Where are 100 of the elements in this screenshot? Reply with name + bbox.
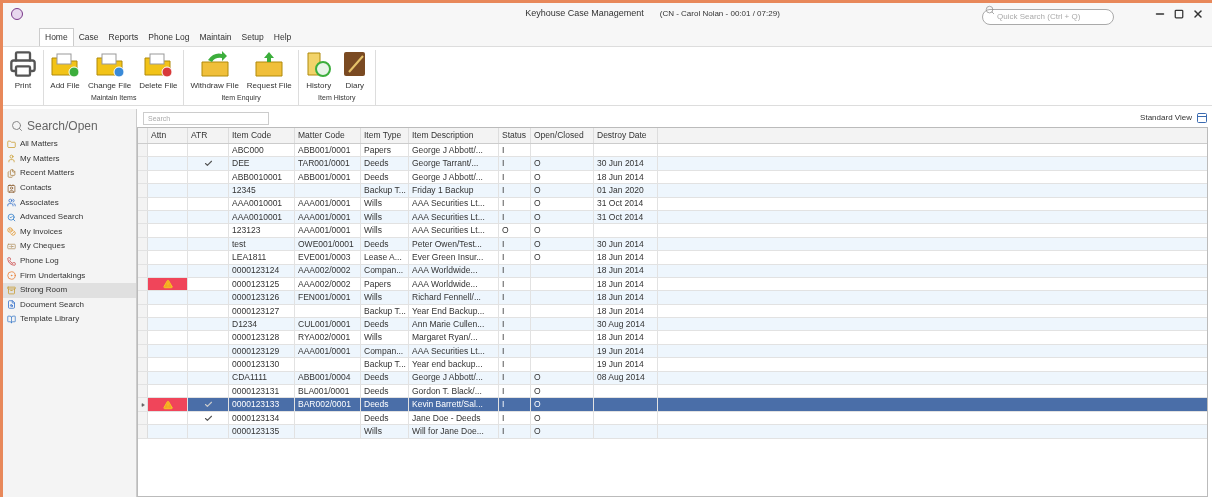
table-row[interactable]: LEA1811 EVE001/0003 Lease A... Ever Green Insur... I O 18 Jun 2014	[138, 251, 1207, 265]
sidebar-item[interactable]: Recent Matters	[3, 166, 136, 181]
layout-icon[interactable]	[1196, 112, 1208, 124]
coin-icon	[7, 227, 16, 237]
ribbon-button[interactable]: Add File	[50, 80, 80, 92]
sidebar-item[interactable]: Associates	[3, 195, 136, 210]
table-cell: Year end backup...	[409, 358, 499, 371]
close-icon[interactable]	[1192, 8, 1204, 20]
row-header-cell[interactable]	[138, 157, 148, 170]
sidebar-item[interactable]: Contacts	[3, 180, 136, 196]
table-cell: I	[499, 170, 531, 184]
table-cell: 19 Jun 2014	[594, 358, 658, 371]
row-header-cell[interactable]	[138, 371, 148, 385]
menu-tab[interactable]: Case	[73, 28, 104, 46]
table-row[interactable]: 123123 AAA001/0001 Wills AAA Securities Lt... O O	[138, 224, 1207, 238]
ribbon-button[interactable]: Diary	[345, 80, 365, 92]
files-icon	[7, 169, 16, 178]
sidebar-item[interactable]: Document Search	[3, 297, 136, 313]
sidebar-item[interactable]: Advanced Search	[3, 209, 136, 225]
table-cell: 0000123129	[229, 344, 295, 358]
phone-icon	[7, 256, 16, 266]
row-header-cell[interactable]	[138, 184, 148, 197]
table-row[interactable]: D1234 CUL001/0001 Deeds Ann Marie Cullen... I 30 Aug 2014	[138, 318, 1207, 332]
row-header-cell[interactable]	[138, 237, 148, 251]
table-row[interactable]: 0000123131 BLA001/0001 Deeds Gordon T. Black/... I O	[138, 385, 1207, 399]
table-cell: Deeds	[361, 411, 409, 425]
sidebar-item[interactable]: Template Library	[3, 312, 136, 327]
column-header[interactable]: Item Description	[409, 128, 499, 143]
sidebar-item[interactable]: All Matters	[3, 137, 136, 152]
menu-tab[interactable]: Maintain	[194, 28, 237, 46]
row-header-cell[interactable]	[138, 170, 148, 184]
column-header[interactable]: Status	[499, 128, 531, 143]
table-row[interactable]: 0000123133 BAR002/0001 Deeds Kevin Barrett/Sal... I O	[138, 398, 1207, 412]
table-cell: Compan...	[361, 264, 409, 277]
row-header-cell[interactable]	[138, 358, 148, 371]
row-header-cell[interactable]	[138, 277, 148, 291]
table-cell: 0000123131	[229, 385, 295, 398]
row-header-cell[interactable]	[138, 344, 148, 358]
column-header[interactable]: Matter Code	[295, 128, 361, 143]
column-header[interactable]: ATR	[188, 128, 229, 143]
table-row[interactable]: ABC000 ABB001/0001 Papers George J Abbott/... I	[138, 144, 1207, 158]
column-header[interactable]: Destroy Date	[594, 128, 658, 143]
table-cell: LEA1811	[229, 251, 295, 264]
column-header[interactable]: Open/Closed	[531, 128, 594, 143]
table-row[interactable]: DEE TAR001/0001 Deeds George Tarrant/... I O 30 Jun 2014	[138, 157, 1207, 171]
table-cell: 18 Jun 2014	[594, 277, 658, 291]
table-row[interactable]: 0000123135 Wills Will for Jane Doe... I O	[138, 425, 1207, 439]
sidebar-title: Search/Open	[27, 118, 98, 135]
menu-tab[interactable]: Phone Log	[143, 28, 195, 46]
ribbon-button[interactable]: Change File	[88, 80, 132, 92]
ribbon-button[interactable]: History	[306, 80, 332, 92]
row-header-cell[interactable]	[138, 264, 148, 277]
row-header-cell[interactable]	[138, 304, 148, 318]
menu-tab[interactable]: Reports	[103, 28, 144, 46]
table-cell: Wills	[361, 210, 409, 224]
ribbon-button[interactable]: Request File	[246, 80, 292, 92]
printer-icon	[9, 50, 37, 78]
maximize-icon[interactable]	[1174, 9, 1184, 19]
sidebar-item[interactable]: Firm Undertakings	[3, 268, 136, 283]
table-cell: AAA0010001	[229, 197, 295, 210]
row-header-cell[interactable]	[138, 291, 148, 304]
row-header-cell[interactable]	[138, 398, 148, 411]
row-header-cell[interactable]	[138, 425, 148, 438]
row-header-cell[interactable]	[138, 224, 148, 237]
row-header-cell[interactable]	[138, 331, 148, 344]
table-cell: 18 Jun 2014	[594, 251, 658, 264]
ribbon-button[interactable]: Delete File	[139, 80, 178, 92]
sidebar-item[interactable]: Strong Room	[3, 282, 136, 298]
table-row[interactable]: 0000123130 Backup T... Year end backup... I 19 Jun 2014	[138, 358, 1207, 372]
table-row[interactable]: 12345 Backup T... Friday 1 Backup I O 01 Jan 2020	[138, 184, 1207, 198]
row-header-cell[interactable]	[138, 210, 148, 224]
table-cell: 0000123125	[229, 277, 295, 291]
sidebar-item[interactable]: My Cheques	[3, 239, 136, 254]
row-header-cell[interactable]	[138, 197, 148, 210]
table-cell: I	[499, 331, 531, 344]
menu-tab[interactable]: Help	[268, 28, 297, 46]
row-header-cell[interactable]	[138, 144, 148, 157]
table-cell: ABB001/0001	[295, 170, 361, 184]
row-header-cell[interactable]	[138, 385, 148, 398]
table-cell: Peter Owen/Test...	[409, 237, 499, 251]
ribbon-button[interactable]: Print	[14, 80, 32, 92]
column-header[interactable]: Attn	[148, 128, 188, 143]
menu-tab[interactable]: Setup	[236, 28, 269, 46]
table-cell: ABC000	[229, 144, 295, 157]
table-row[interactable]: 0000123128 RYA002/0001 Wills Margaret Ryan/... I 18 Jun 2014	[138, 331, 1207, 345]
row-header-cell[interactable]	[138, 251, 148, 264]
quick-search-field[interactable]: Quick Search (Ctrl + Q)	[982, 8, 1114, 25]
row-header-cell[interactable]	[138, 318, 148, 331]
table-row[interactable]: 0000123126 FEN001/0001 Wills Richard Fennell/... I 18 Jun 2014	[138, 291, 1207, 305]
sidebar-item[interactable]: My Matters	[3, 151, 136, 167]
column-header[interactable]: Item Code	[229, 128, 295, 143]
table-cell: ABB001/0001	[295, 144, 361, 157]
sidebar-item[interactable]: Phone Log	[3, 253, 136, 269]
row-header-cell[interactable]	[138, 411, 148, 425]
table-cell: Papers	[361, 144, 409, 157]
ribbon-button[interactable]: Withdraw File	[190, 80, 239, 92]
menu-tab[interactable]: Home	[39, 28, 74, 46]
column-header[interactable]: Item Type	[361, 128, 409, 143]
table-cell: 08 Aug 2014	[594, 371, 658, 385]
sidebar-item[interactable]: My Invoices	[3, 224, 136, 240]
